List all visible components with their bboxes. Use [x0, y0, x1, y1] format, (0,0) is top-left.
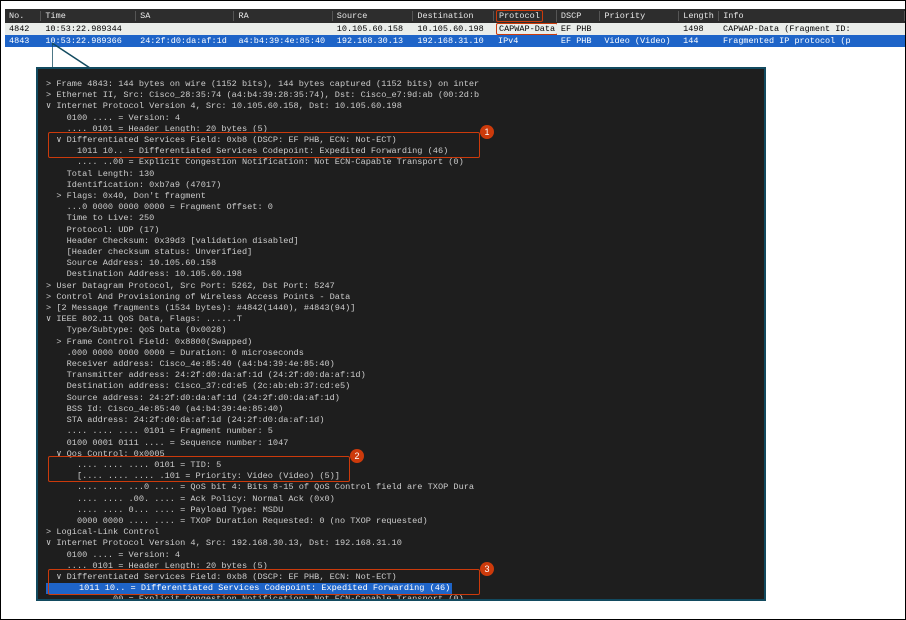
- col-priority[interactable]: Priority: [600, 11, 679, 21]
- col-no[interactable]: No.: [5, 11, 41, 21]
- detail-line[interactable]: Type/Subtype: QoS Data (0x0028): [46, 325, 756, 336]
- detail-line[interactable]: 0100 .... = Version: 4: [46, 550, 756, 561]
- detail-line[interactable]: > Frame 4843: 144 bytes on wire (1152 bi…: [46, 79, 756, 90]
- detail-line[interactable]: .... .... ...0 .... = QoS bit 4: Bits 8-…: [46, 482, 756, 493]
- detail-line[interactable]: .... 0101 = Header Length: 20 bytes (5): [46, 124, 756, 135]
- cell-no: 4843: [5, 36, 41, 46]
- col-sa[interactable]: SA: [136, 11, 234, 21]
- detail-line[interactable]: Time to Live: 250: [46, 213, 756, 224]
- detail-line[interactable]: 1011 10.. = Differentiated Services Code…: [46, 146, 756, 157]
- col-time[interactable]: Time: [41, 11, 136, 21]
- detail-line[interactable]: ∨ Qos Control: 0x0005: [46, 449, 756, 460]
- detail-line[interactable]: STA address: 24:2f:d0:da:af:1d (24:2f:d0…: [46, 415, 756, 426]
- col-length[interactable]: Length: [679, 11, 719, 21]
- detail-line[interactable]: [Header checksum status: Unverified]: [46, 247, 756, 258]
- detail-line[interactable]: Destination address: Cisco_37:cd:e5 (2c:…: [46, 381, 756, 392]
- detail-line[interactable]: Protocol: UDP (17): [46, 225, 756, 236]
- detail-line[interactable]: .... ..00 = Explicit Congestion Notifica…: [46, 594, 756, 601]
- cell-len: 1498: [679, 24, 719, 34]
- detail-line[interactable]: > User Datagram Protocol, Src Port: 5262…: [46, 281, 756, 292]
- detail-line[interactable]: ...0 0000 0000 0000 = Fragment Offset: 0: [46, 202, 756, 213]
- selected-field: 1011 10.. = Differentiated Services Code…: [46, 583, 452, 594]
- callout-badge-2: 2: [350, 449, 364, 463]
- detail-line[interactable]: Source address: 24:2f:d0:da:af:1d (24:2f…: [46, 393, 756, 404]
- detail-line[interactable]: .... .... .... 0101 = TID: 5: [46, 460, 756, 471]
- detail-line[interactable]: > [2 Message fragments (1534 bytes): #48…: [46, 303, 756, 314]
- packet-detail-pane[interactable]: > Frame 4843: 144 bytes on wire (1152 bi…: [36, 67, 766, 601]
- detail-line[interactable]: Destination Address: 10.105.60.198: [46, 269, 756, 280]
- callout-badge-1: 1: [480, 125, 494, 139]
- cell-dscp: EF PHB: [557, 24, 600, 34]
- detail-line[interactable]: Source Address: 10.105.60.158: [46, 258, 756, 269]
- col-destination[interactable]: Destination: [413, 11, 494, 21]
- packet-list-table: No. Time SA RA Source Destination Protoc…: [5, 9, 905, 47]
- detail-line[interactable]: > Flags: 0x40, Don't fragment: [46, 191, 756, 202]
- detail-line[interactable]: Total Length: 130: [46, 169, 756, 180]
- cell-ra: a4:b4:39:4e:85:40: [234, 36, 332, 46]
- detail-line[interactable]: .000 0000 0000 0000 = Duration: 0 micros…: [46, 348, 756, 359]
- detail-line[interactable]: .... .... .00. .... = Ack Policy: Normal…: [46, 494, 756, 505]
- detail-line[interactable]: 0000 0000 .... .... = TXOP Duration Requ…: [46, 516, 756, 527]
- detail-line-selected[interactable]: 1011 10.. = Differentiated Services Code…: [46, 583, 756, 594]
- protocol-highlight: Protocol: [496, 10, 543, 22]
- detail-line[interactable]: 0100 0001 0111 .... = Sequence number: 1…: [46, 438, 756, 449]
- cell-info: CAPWAP-Data (Fragment ID:: [719, 24, 905, 34]
- cell-src: 192.168.30.13: [333, 36, 414, 46]
- cell-info: Fragmented IP protocol (p: [719, 36, 905, 46]
- protocol-highlight: CAPWAP-Data: [496, 23, 557, 35]
- detail-line[interactable]: > Frame Control Field: 0x8800(Swapped): [46, 337, 756, 348]
- col-dscp[interactable]: DSCP: [557, 11, 600, 21]
- detail-line[interactable]: .... ..00 = Explicit Congestion Notifica…: [46, 157, 756, 168]
- detail-line[interactable]: > Ethernet II, Src: Cisco_28:35:74 (a4:b…: [46, 90, 756, 101]
- cell-no: 4842: [5, 24, 41, 34]
- cell-dscp: EF PHB: [557, 36, 600, 46]
- detail-line[interactable]: Receiver address: Cisco_4e:85:40 (a4:b4:…: [46, 359, 756, 370]
- detail-line[interactable]: ∨ Internet Protocol Version 4, Src: 192.…: [46, 538, 756, 549]
- detail-line[interactable]: BSS Id: Cisco_4e:85:40 (a4:b4:39:4e:85:4…: [46, 404, 756, 415]
- cell-sa: 24:2f:d0:da:af:1d: [136, 36, 234, 46]
- cell-dst: 192.168.31.10: [413, 36, 494, 46]
- detail-line[interactable]: .... 0101 = Header Length: 20 bytes (5): [46, 561, 756, 572]
- col-protocol[interactable]: Protocol: [494, 10, 557, 22]
- detail-line[interactable]: 0100 .... = Version: 4: [46, 113, 756, 124]
- detail-line[interactable]: > Control And Provisioning of Wireless A…: [46, 292, 756, 303]
- detail-line[interactable]: ∨ Internet Protocol Version 4, Src: 10.1…: [46, 101, 756, 112]
- detail-line[interactable]: Header Checksum: 0x39d3 [validation disa…: [46, 236, 756, 247]
- col-source[interactable]: Source: [333, 11, 414, 21]
- cell-time: 10:53:22.989344: [41, 24, 136, 34]
- col-ra[interactable]: RA: [234, 11, 332, 21]
- cell-src: 10.105.60.158: [333, 24, 414, 34]
- detail-line[interactable]: .... .... 0... .... = Payload Type: MSDU: [46, 505, 756, 516]
- detail-line[interactable]: .... .... .... 0101 = Fragment number: 5: [46, 426, 756, 437]
- callout-badge-3: 3: [480, 562, 494, 576]
- detail-line[interactable]: Transmitter address: 24:2f:d0:da:af:1d (…: [46, 370, 756, 381]
- table-header-row: No. Time SA RA Source Destination Protoc…: [5, 9, 905, 23]
- detail-line[interactable]: ∨ Differentiated Services Field: 0xb8 (D…: [46, 572, 756, 583]
- cell-len: 144: [679, 36, 719, 46]
- detail-line[interactable]: Identification: 0xb7a9 (47017): [46, 180, 756, 191]
- detail-line[interactable]: > Logical-Link Control: [46, 527, 756, 538]
- col-info[interactable]: Info: [719, 11, 905, 21]
- cell-prio: Video (Video): [600, 36, 679, 46]
- detail-line[interactable]: ∨ Differentiated Services Field: 0xb8 (D…: [46, 135, 756, 146]
- packet-row-selected[interactable]: 4843 10:53:22.989366 24:2f:d0:da:af:1d a…: [5, 35, 905, 47]
- cell-proto: CAPWAP-Data: [494, 23, 557, 35]
- cell-proto: IPv4: [494, 36, 557, 46]
- cell-dst: 10.105.60.198: [413, 24, 494, 34]
- packet-row[interactable]: 4842 10:53:22.989344 10.105.60.158 10.10…: [5, 23, 905, 35]
- detail-line[interactable]: [.... .... .... .101 = Priority: Video (…: [46, 471, 756, 482]
- detail-line[interactable]: ∨ IEEE 802.11 QoS Data, Flags: ......T: [46, 314, 756, 325]
